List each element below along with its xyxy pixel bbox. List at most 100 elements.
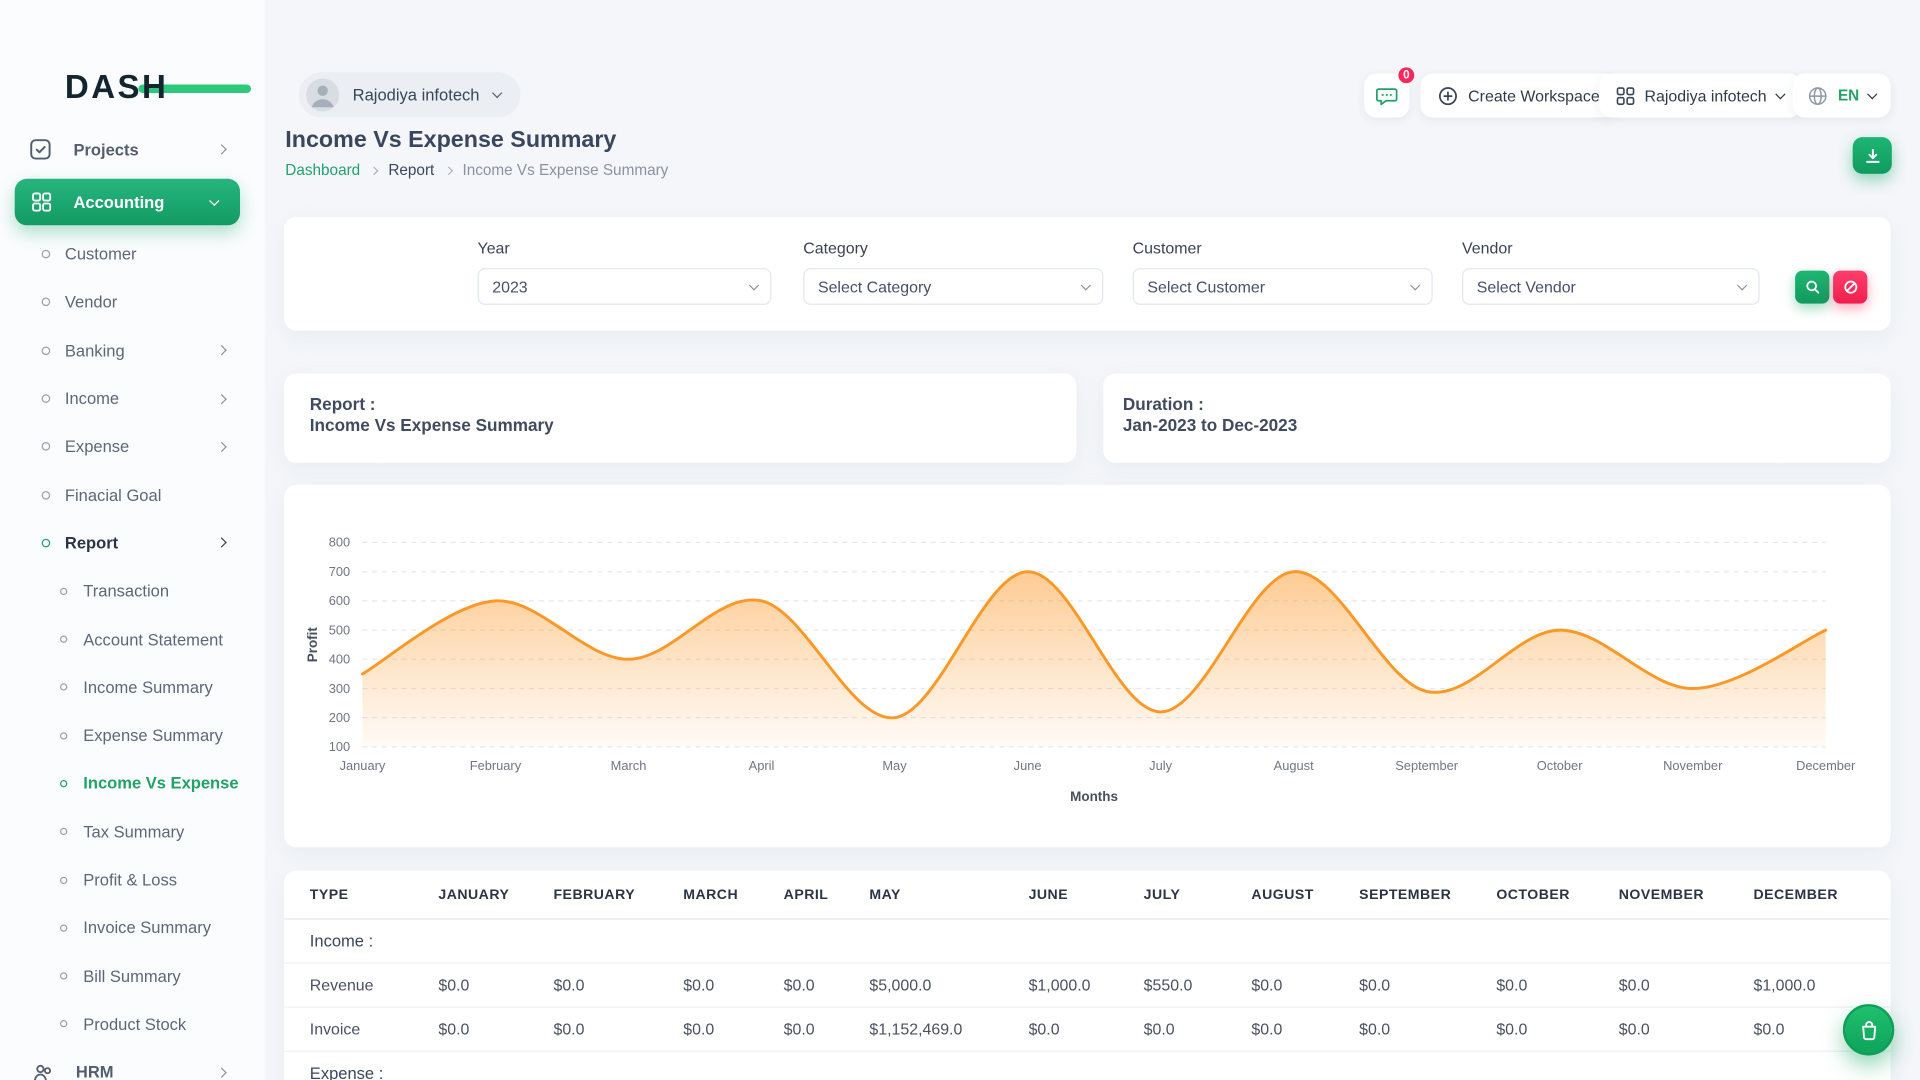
category-select[interactable]: Select Category bbox=[803, 268, 1103, 305]
bullet-icon bbox=[42, 442, 51, 451]
messages-button[interactable]: 0 bbox=[1364, 73, 1409, 117]
report-value: Income Vs Expense Summary bbox=[310, 415, 1077, 436]
sidebar-item-expense[interactable]: Expense bbox=[0, 423, 264, 471]
svg-text:300: 300 bbox=[329, 681, 350, 696]
row-type-cell: Revenue bbox=[310, 976, 439, 994]
chart-area-fill bbox=[362, 572, 1825, 747]
sidebar-item-vendor[interactable]: Vendor bbox=[0, 278, 264, 326]
column-header: JUNE bbox=[1029, 887, 1144, 902]
svg-text:500: 500 bbox=[329, 622, 350, 637]
sidebar-item-report[interactable]: Report bbox=[0, 519, 264, 567]
customer-select[interactable]: Select Customer bbox=[1133, 268, 1433, 305]
search-icon bbox=[1804, 279, 1820, 295]
svg-text:October: October bbox=[1537, 758, 1583, 773]
sidebar-item-label: Accounting bbox=[73, 193, 164, 211]
workspace-avatar bbox=[306, 78, 339, 111]
chevron-right-icon bbox=[216, 144, 226, 154]
chevron-right-icon bbox=[216, 1067, 226, 1077]
svg-text:700: 700 bbox=[329, 564, 350, 579]
sidebar-item-bill-summary[interactable]: Bill Summary bbox=[0, 952, 264, 1000]
chart-card: 100200300400500600700800JanuaryFebruaryM… bbox=[284, 485, 1891, 847]
chart-xlabel: Months bbox=[1070, 789, 1118, 804]
report-label: Report : bbox=[310, 394, 1077, 415]
column-header: JULY bbox=[1144, 887, 1252, 902]
sidebar-item-product-stock[interactable]: Product Stock bbox=[0, 1000, 264, 1048]
sidebar-item-banking[interactable]: Banking bbox=[0, 326, 264, 374]
sidebar-item-expense-summary[interactable]: Expense Summary bbox=[0, 711, 264, 759]
svg-text:200: 200 bbox=[329, 710, 350, 725]
breadcrumb-dashboard-link[interactable]: Dashboard bbox=[285, 162, 360, 179]
create-workspace-button[interactable]: Create Workspace bbox=[1420, 73, 1616, 117]
account-menu-button[interactable]: Rajodiya infotech bbox=[1599, 73, 1801, 117]
bullet-icon bbox=[42, 298, 51, 307]
create-workspace-label: Create Workspace bbox=[1468, 86, 1600, 104]
grid-icon bbox=[32, 192, 52, 212]
hrm-users-icon bbox=[32, 1061, 54, 1080]
sidebar-item-label: Income Vs Expense bbox=[83, 774, 238, 792]
table-section-label: Income : bbox=[310, 932, 1891, 950]
sidebar-item-profit-loss[interactable]: Profit & Loss bbox=[0, 856, 264, 904]
filter-year: Year 2023 bbox=[478, 239, 772, 305]
table-row: Invoice$0.0$0.0$0.0$0.0$1,152,469.0$0.0$… bbox=[284, 1008, 1891, 1052]
sidebar-item-income-vs-expense[interactable]: Income Vs Expense bbox=[0, 760, 264, 808]
language-label: EN bbox=[1838, 87, 1859, 104]
apply-filter-button[interactable] bbox=[1795, 271, 1829, 304]
column-header: DECEMBER bbox=[1753, 887, 1890, 902]
workspace-switcher[interactable]: Rajodiya infotech bbox=[299, 72, 520, 117]
sidebar-item-transaction[interactable]: Transaction bbox=[0, 567, 264, 615]
duration-label: Duration : bbox=[1123, 394, 1891, 415]
profit-area-chart: 100200300400500600700800JanuaryFebruaryM… bbox=[284, 485, 1891, 847]
svg-text:400: 400 bbox=[329, 652, 350, 667]
sidebar-item-account-statement[interactable]: Account Statement bbox=[0, 615, 264, 663]
sidebar-item-label: Tax Summary bbox=[83, 822, 184, 840]
chat-badge: 0 bbox=[1397, 66, 1415, 84]
chevron-down-icon bbox=[491, 88, 501, 98]
svg-text:September: September bbox=[1395, 758, 1459, 773]
sidebar-item-accounting[interactable]: Accounting bbox=[15, 179, 240, 226]
filter-customer: Customer Select Customer bbox=[1133, 239, 1433, 305]
chart-ylabel: Profit bbox=[305, 627, 320, 663]
sidebar-item-customer[interactable]: Customer bbox=[0, 230, 264, 278]
sidebar-item-projects[interactable]: Projects bbox=[15, 127, 250, 171]
sidebar-item-hrm[interactable]: HRM bbox=[0, 1048, 264, 1080]
chevron-right-icon bbox=[216, 442, 226, 452]
income-vs-expense-chart: 100200300400500600700800JanuaryFebruaryM… bbox=[284, 485, 1891, 847]
column-header: OCTOBER bbox=[1496, 887, 1618, 902]
column-header: TYPE bbox=[310, 887, 439, 902]
sidebar-item-financial-goal[interactable]: Finacial Goal bbox=[0, 471, 264, 519]
svg-text:800: 800 bbox=[329, 535, 350, 550]
table-cell: $0.0 bbox=[1496, 976, 1618, 994]
vendor-select-value: Select Vendor bbox=[1477, 277, 1576, 295]
table-cell: $0.0 bbox=[438, 1020, 553, 1038]
sidebar-item-tax-summary[interactable]: Tax Summary bbox=[0, 808, 264, 856]
plus-circle-icon bbox=[1438, 85, 1459, 106]
chevron-right-icon bbox=[370, 166, 379, 175]
app-viewport: DASH Projects Accounting Customer Vendor… bbox=[0, 0, 1920, 1080]
sidebar-item-label: Invoice Summary bbox=[83, 919, 211, 937]
vendor-select[interactable]: Select Vendor bbox=[1462, 268, 1760, 305]
app-logo[interactable]: DASH bbox=[65, 69, 168, 108]
table-row: Revenue$0.0$0.0$0.0$0.0$5,000.0$1,000.0$… bbox=[284, 964, 1891, 1008]
bullet-icon bbox=[42, 346, 51, 355]
sidebar-item-income-summary[interactable]: Income Summary bbox=[0, 663, 264, 711]
sidebar-item-invoice-summary[interactable]: Invoice Summary bbox=[0, 904, 264, 952]
language-selector[interactable]: EN bbox=[1793, 73, 1891, 117]
table-cell: $0.0 bbox=[1359, 976, 1496, 994]
year-select[interactable]: 2023 bbox=[478, 268, 772, 305]
bullet-icon bbox=[60, 684, 67, 691]
chat-icon bbox=[1375, 84, 1398, 107]
breadcrumb-report-link[interactable]: Report bbox=[388, 162, 434, 179]
breadcrumb-current: Income Vs Expense Summary bbox=[462, 162, 668, 179]
table-cell: $1,000.0 bbox=[1029, 976, 1144, 994]
customer-label: Customer bbox=[1133, 239, 1433, 257]
support-cart-button[interactable] bbox=[1843, 1004, 1894, 1055]
reset-filter-button[interactable] bbox=[1833, 271, 1867, 304]
svg-text:January: January bbox=[340, 758, 386, 773]
table-cell: $550.0 bbox=[1144, 976, 1252, 994]
download-report-button[interactable] bbox=[1853, 137, 1892, 174]
bullet-icon bbox=[60, 780, 67, 787]
sidebar-item-income[interactable]: Income bbox=[0, 375, 264, 423]
table-cell: $0.0 bbox=[1251, 976, 1359, 994]
table-cell: $0.0 bbox=[683, 1020, 783, 1038]
row-type-cell: Invoice bbox=[310, 1020, 439, 1038]
